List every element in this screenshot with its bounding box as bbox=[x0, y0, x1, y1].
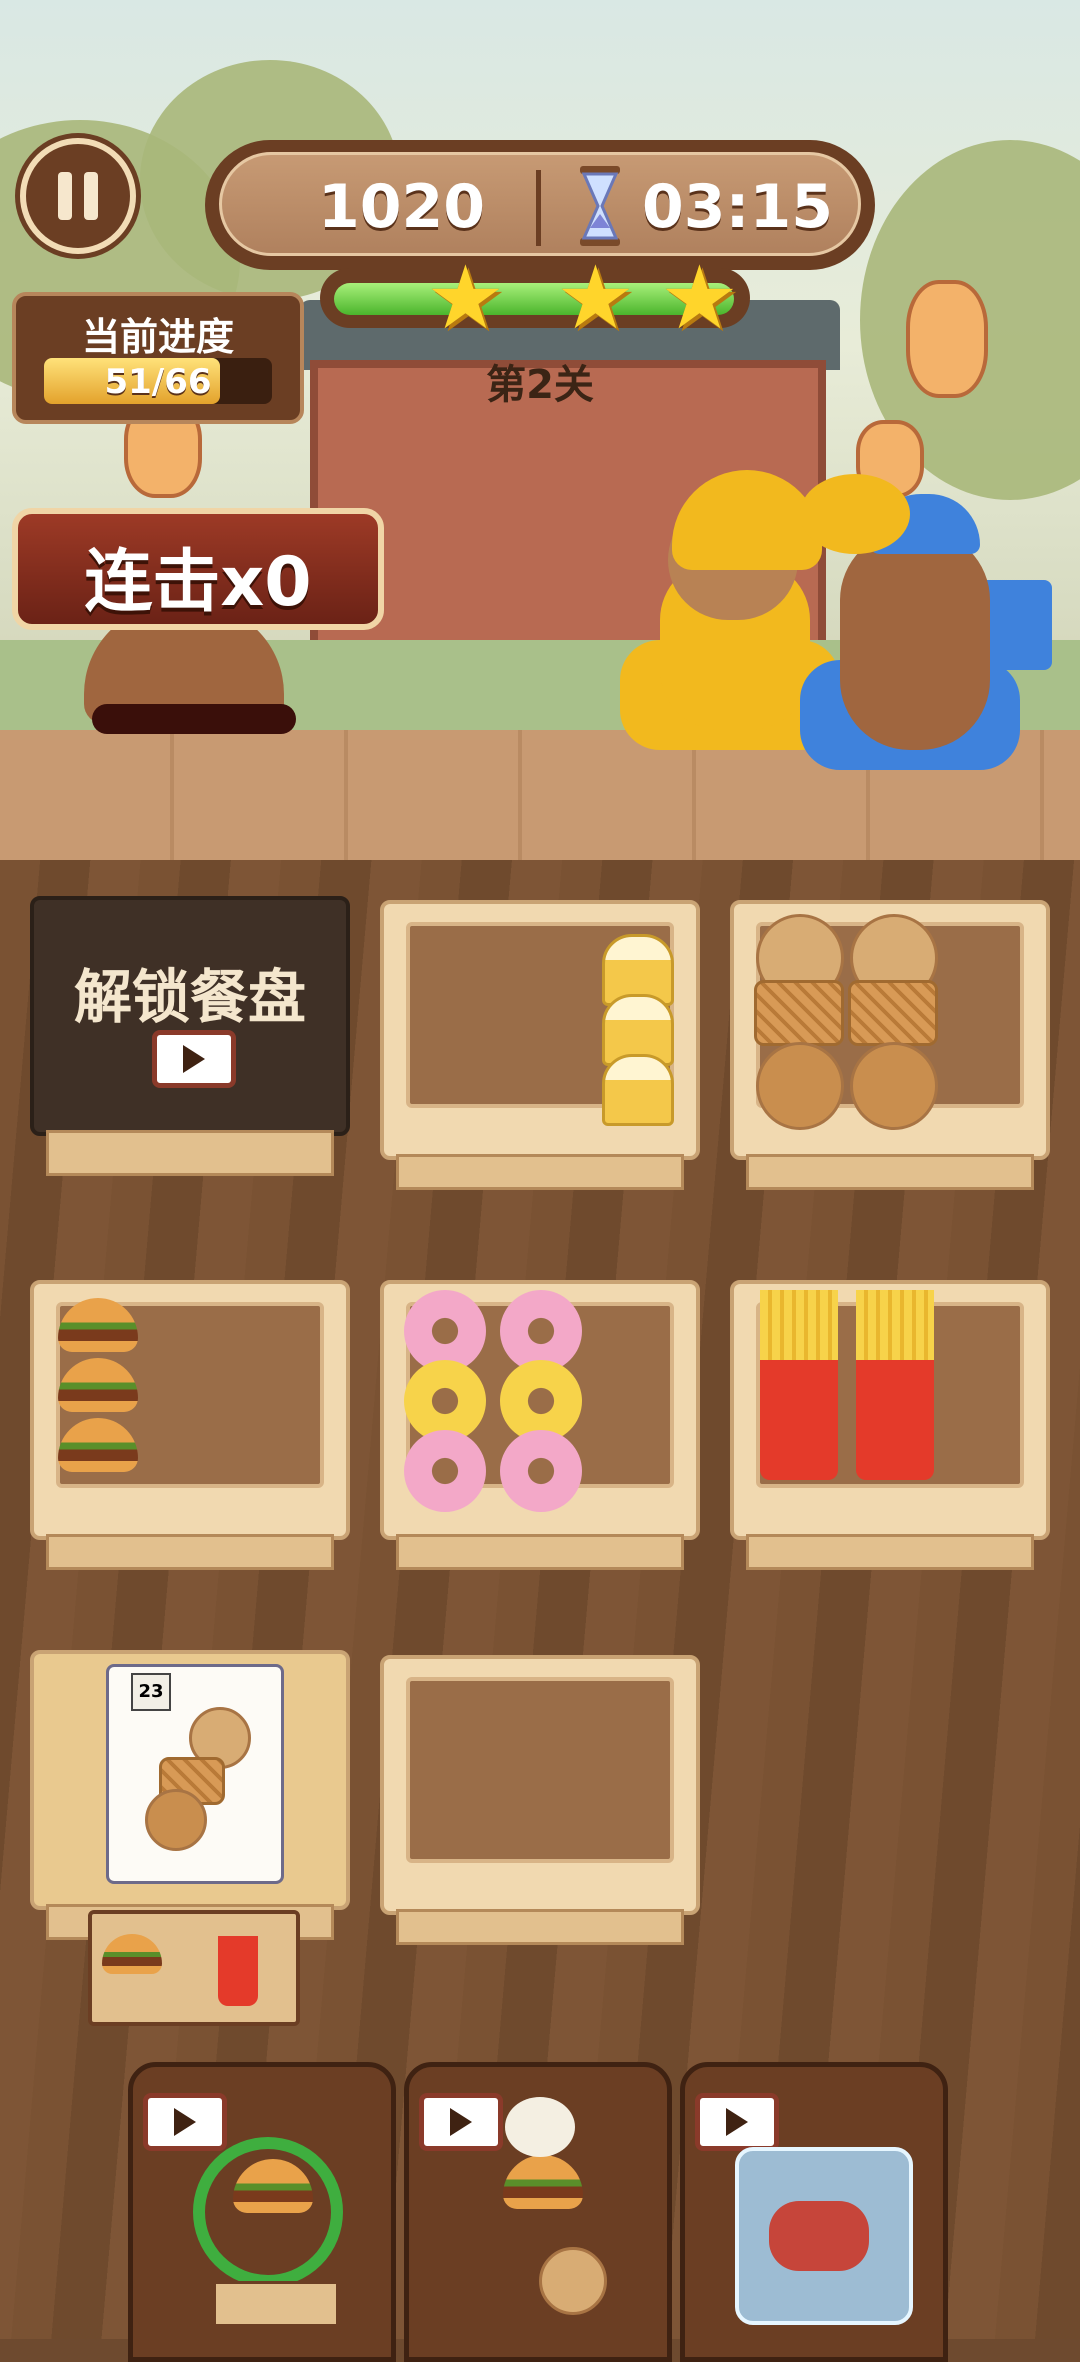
preview-burger bbox=[102, 1934, 162, 1974]
tray-r2c1[interactable] bbox=[30, 1280, 350, 1570]
order-notebook-tray[interactable]: 23 bbox=[30, 1650, 350, 1940]
fries-sticks bbox=[760, 1290, 838, 1360]
pudding-item[interactable] bbox=[602, 1054, 674, 1126]
timer-value: 03:15 bbox=[642, 172, 833, 242]
locked-tray[interactable]: 解锁餐盘 bbox=[30, 896, 350, 1176]
tray-base bbox=[396, 1909, 684, 1945]
lantern-right bbox=[906, 280, 988, 398]
video-ad-icon bbox=[419, 2093, 503, 2151]
freeze-booster[interactable] bbox=[680, 2062, 948, 2362]
ice-cube-icon bbox=[735, 2147, 913, 2325]
fries-item[interactable] bbox=[760, 1360, 838, 1480]
shuffle-booster[interactable] bbox=[404, 2062, 672, 2362]
current-progress-panel: 当前进度 51/66 bbox=[12, 292, 304, 424]
star-icon-2: ★ bbox=[556, 246, 635, 349]
tray-base bbox=[46, 1534, 334, 1570]
next-tray-preview bbox=[88, 1910, 300, 2026]
hud-divider bbox=[536, 170, 541, 246]
tray-base bbox=[396, 1154, 684, 1190]
shuffle-bun bbox=[505, 2097, 575, 2157]
pink-donut-item[interactable] bbox=[404, 1430, 486, 1512]
tray-r1c2[interactable] bbox=[380, 900, 700, 1190]
yellow-helmet-back bbox=[800, 474, 910, 554]
progress-track: 51/66 bbox=[44, 358, 272, 404]
score-value: 1020 bbox=[318, 172, 485, 242]
progress-value: 51/66 bbox=[104, 362, 212, 402]
waffle-item[interactable] bbox=[848, 980, 938, 1046]
waffle-cookie-item[interactable] bbox=[756, 1042, 844, 1130]
tray-r3c2-empty[interactable] bbox=[380, 1655, 700, 1945]
tray-r2c3[interactable] bbox=[730, 1280, 1050, 1570]
tray-base bbox=[46, 1130, 334, 1176]
swap-tray-booster[interactable] bbox=[128, 2062, 396, 2362]
frozen-meat bbox=[769, 2201, 869, 2271]
video-ad-icon bbox=[695, 2093, 779, 2151]
tray-base bbox=[746, 1154, 1034, 1190]
capybara-rider bbox=[840, 530, 990, 750]
tray-surface bbox=[406, 1677, 674, 1863]
shuffle-burger bbox=[503, 2155, 583, 2209]
waffle-cookie-item[interactable] bbox=[850, 1042, 938, 1130]
preview-fries bbox=[218, 1936, 258, 2006]
pause-button[interactable] bbox=[20, 138, 136, 254]
combo-label: 连击x0 bbox=[84, 543, 312, 622]
waffle-item[interactable] bbox=[754, 980, 844, 1046]
calendar-icon: 23 bbox=[131, 1673, 171, 1711]
fries-item[interactable] bbox=[856, 1360, 934, 1480]
shuffle-cookie bbox=[539, 2247, 607, 2315]
star-icon-1: ★ bbox=[426, 246, 505, 349]
tray-base bbox=[746, 1534, 1034, 1570]
video-ad-icon bbox=[143, 2093, 227, 2151]
star-icon-3: ★ bbox=[660, 246, 739, 349]
tray-r2c2[interactable] bbox=[380, 1280, 700, 1570]
unlock-tray-label: 解锁餐盘 bbox=[73, 963, 306, 1031]
order-waffle-cookie bbox=[145, 1789, 207, 1851]
tray-base bbox=[396, 1534, 684, 1570]
order-notebook[interactable]: 23 bbox=[106, 1664, 284, 1884]
hourglass-icon bbox=[580, 166, 620, 246]
tray-r1c3[interactable] bbox=[730, 900, 1050, 1190]
pause-icon bbox=[58, 172, 72, 220]
level-label: 第2关 bbox=[486, 362, 594, 408]
combo-banner: 连击x0 bbox=[12, 508, 384, 630]
pink-donut-item[interactable] bbox=[500, 1430, 582, 1512]
video-ad-icon bbox=[152, 1030, 236, 1088]
booster-sushi-tray bbox=[213, 2281, 339, 2327]
fries-sticks bbox=[856, 1290, 934, 1360]
progress-title: 当前进度 bbox=[81, 315, 234, 359]
pause-icon-bar bbox=[84, 172, 98, 220]
combo-meter bbox=[92, 704, 296, 734]
